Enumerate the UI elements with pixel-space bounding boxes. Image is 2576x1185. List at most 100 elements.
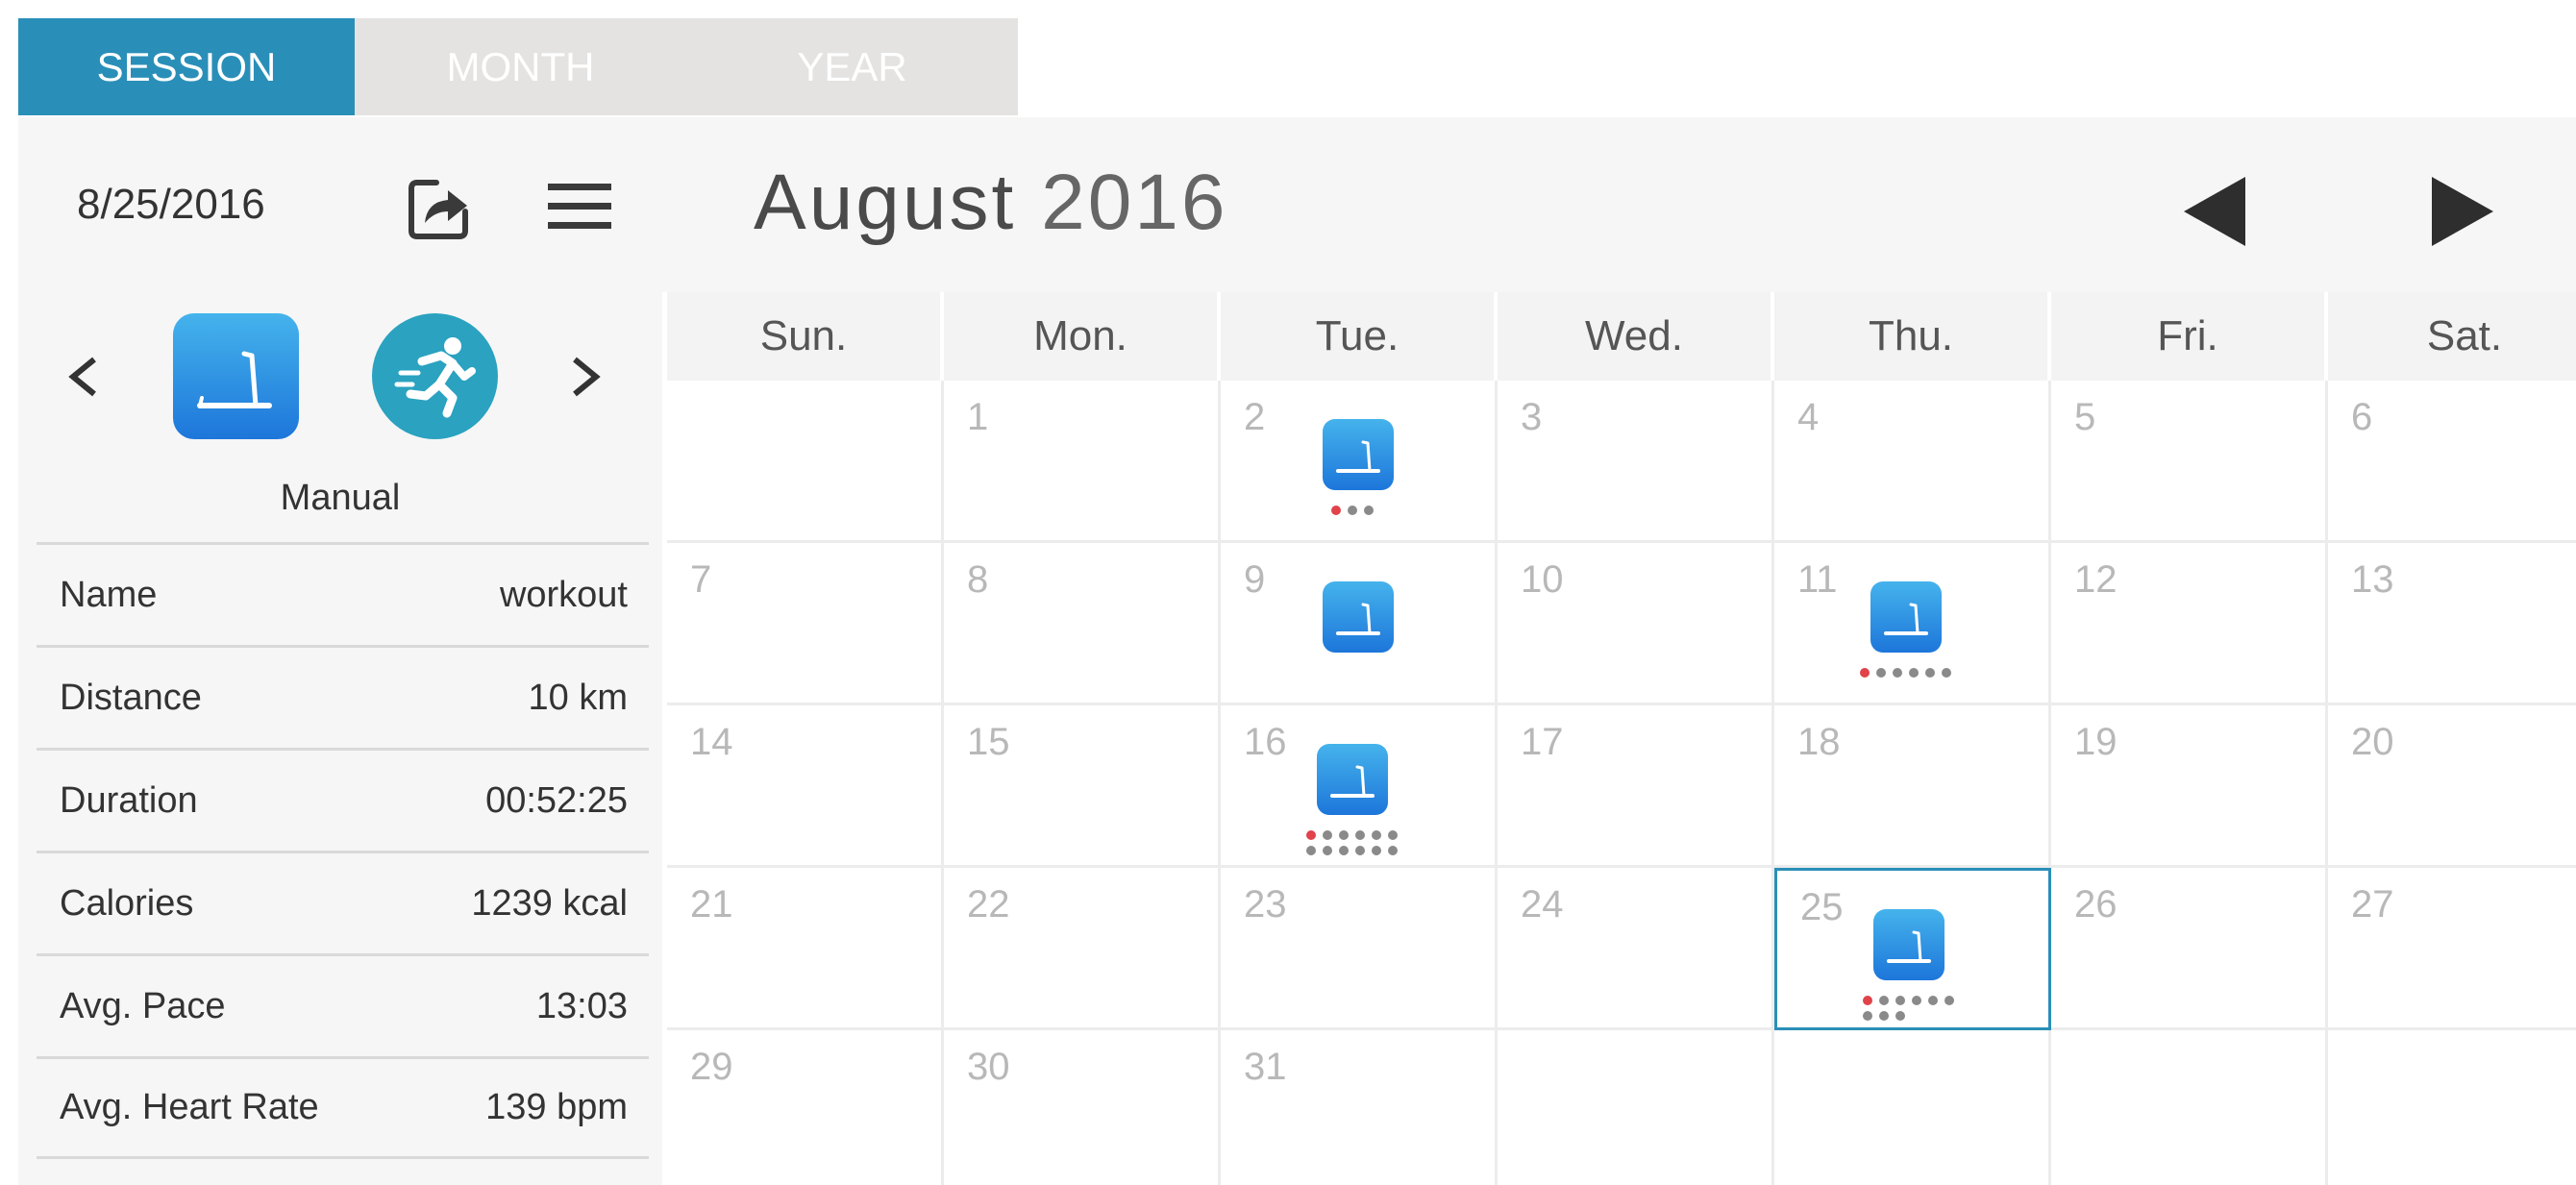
runner-icon[interactable] (372, 313, 498, 439)
session-stats: Name workout Distance 10 km Duration 00:… (37, 542, 649, 1159)
share-icon[interactable] (404, 173, 473, 242)
session-dot[interactable] (1306, 830, 1316, 840)
calendar-day-cell[interactable]: 31 (1221, 1030, 1498, 1185)
calendar-day-cell[interactable]: 24 (1498, 868, 1774, 1030)
calendar-day-cell[interactable]: 30 (944, 1030, 1221, 1185)
calendar-day-cell[interactable]: 22 (944, 868, 1221, 1030)
session-dot[interactable] (1925, 668, 1935, 678)
tab-month[interactable]: MONTH (355, 18, 686, 115)
day-number: 25 (1800, 886, 1844, 928)
calendar-day-cell[interactable]: 23 (1221, 868, 1498, 1030)
day-number: 29 (690, 1046, 733, 1088)
treadmill-icon[interactable] (1323, 581, 1394, 653)
stat-row-avg-pace: Avg. Pace 13:03 (37, 953, 649, 1056)
triangle-right-icon[interactable] (2424, 173, 2501, 250)
calendar-day-cell[interactable]: 3 (1498, 381, 1774, 543)
session-dot[interactable] (1339, 830, 1349, 840)
session-dot[interactable] (1912, 996, 1921, 1005)
session-dot[interactable] (1339, 846, 1349, 855)
session-dot[interactable] (1879, 1011, 1889, 1021)
stat-label: Name (60, 574, 158, 615)
calendar-day-cell[interactable]: 10 (1498, 543, 1774, 705)
calendar-day-cell[interactable]: 2 (1221, 381, 1498, 543)
session-dot[interactable] (1863, 1011, 1872, 1021)
menu-icon[interactable] (546, 178, 613, 235)
session-dot[interactable] (1323, 846, 1332, 855)
triangle-left-icon[interactable] (2176, 173, 2253, 250)
day-number: 13 (2351, 558, 2394, 601)
session-dot[interactable] (1306, 846, 1316, 855)
calendar-day-cell[interactable]: 9 (1221, 543, 1498, 705)
session-dot[interactable] (1909, 668, 1919, 678)
session-dot[interactable] (1876, 668, 1886, 678)
calendar-day-cell[interactable]: 15 (944, 705, 1221, 868)
tab-session[interactable]: SESSION (18, 18, 355, 115)
calendar-day-cell[interactable]: 4 (1774, 381, 2051, 543)
treadmill-icon[interactable] (1870, 581, 1942, 653)
calendar-day-cell[interactable]: 1 (944, 381, 1221, 543)
stat-label: Calories (60, 882, 194, 924)
session-dot[interactable] (1860, 668, 1870, 678)
treadmill-icon[interactable] (1323, 419, 1394, 490)
session-dot[interactable] (1895, 996, 1905, 1005)
calendar-day-cell[interactable]: 17 (1498, 705, 1774, 868)
weekday-header: Sun. Mon. Tue. Wed. Thu. Fri. Sat. (667, 292, 2576, 381)
day-number: 4 (1797, 396, 1820, 438)
treadmill-icon[interactable] (1873, 909, 1944, 980)
calendar-day-cell[interactable]: 13 (2328, 543, 2576, 705)
session-dot[interactable] (1372, 830, 1381, 840)
day-number: 3 (1521, 396, 1543, 438)
session-dot[interactable] (1893, 668, 1902, 678)
session-dot[interactable] (1363, 506, 1374, 515)
session-dot[interactable] (1928, 996, 1938, 1005)
calendar-day-cell[interactable]: 11 (1774, 543, 2051, 705)
session-dots (1860, 668, 1958, 683)
session-dot[interactable] (1895, 1011, 1905, 1021)
calendar-day-cell[interactable]: 16 (1221, 705, 1498, 868)
weekday-label: Mon. (944, 292, 1221, 381)
chevron-left-icon[interactable] (60, 348, 108, 406)
calendar-day-cell[interactable]: 27 (2328, 868, 2576, 1030)
treadmill-icon[interactable] (173, 313, 299, 439)
session-dot[interactable] (1372, 846, 1381, 855)
day-number: 8 (967, 558, 989, 601)
session-dot[interactable] (1330, 506, 1341, 515)
calendar-day-cell (1774, 1030, 2051, 1185)
calendar-day-cell[interactable]: 26 (2051, 868, 2328, 1030)
calendar-day-cell[interactable]: 5 (2051, 381, 2328, 543)
session-dot[interactable] (1347, 506, 1357, 515)
calendar-day-cell[interactable]: 6 (2328, 381, 2576, 543)
calendar-day-cell[interactable]: 29 (667, 1030, 944, 1185)
stat-value: workout (499, 574, 628, 615)
day-number: 26 (2074, 883, 2118, 926)
session-dot[interactable] (1388, 846, 1398, 855)
session-date: 8/25/2016 (77, 181, 265, 228)
day-number: 1 (967, 396, 989, 438)
treadmill-icon[interactable] (1317, 744, 1388, 815)
session-dot[interactable] (1355, 846, 1365, 855)
calendar-day-cell[interactable]: 18 (1774, 705, 2051, 868)
weekday-label: Tue. (1221, 292, 1498, 381)
calendar-day-cell[interactable]: 7 (667, 543, 944, 705)
calendar-day-cell[interactable]: 12 (2051, 543, 2328, 705)
calendar-day-cell[interactable]: 21 (667, 868, 944, 1030)
day-number: 17 (1521, 721, 1564, 763)
calendar-day-cell[interactable]: 25 (1774, 868, 2051, 1030)
calendar-day-cell[interactable]: 14 (667, 705, 944, 868)
day-number: 30 (967, 1046, 1010, 1088)
session-dot[interactable] (1388, 830, 1398, 840)
tab-year[interactable]: YEAR (686, 18, 1018, 115)
stat-value: 13:03 (535, 985, 628, 1026)
session-dot[interactable] (1942, 668, 1951, 678)
session-dot[interactable] (1863, 996, 1872, 1005)
calendar-day-cell[interactable]: 20 (2328, 705, 2576, 868)
calendar-day-cell[interactable]: 8 (944, 543, 1221, 705)
day-number: 6 (2351, 396, 2373, 438)
session-dot[interactable] (1323, 830, 1332, 840)
stat-row-duration: Duration 00:52:25 (37, 748, 649, 851)
calendar-day-cell[interactable]: 19 (2051, 705, 2328, 868)
session-dot[interactable] (1355, 830, 1365, 840)
chevron-right-icon[interactable] (561, 348, 609, 406)
session-dot[interactable] (1879, 996, 1889, 1005)
session-dot[interactable] (1944, 996, 1954, 1005)
